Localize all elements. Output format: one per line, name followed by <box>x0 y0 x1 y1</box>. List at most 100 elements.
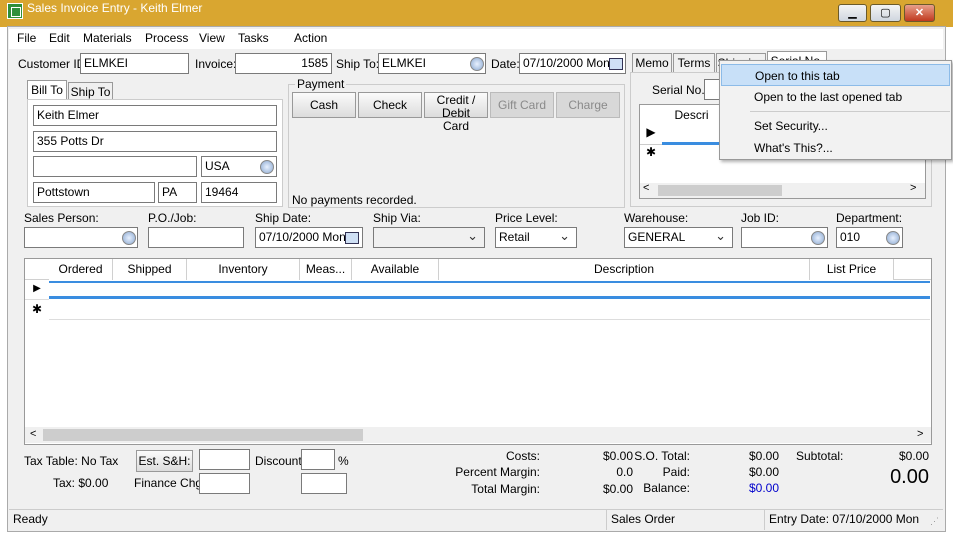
discount-label: Discount: <box>255 454 306 468</box>
finance-chg-field[interactable] <box>199 473 250 494</box>
check-button[interactable]: Check <box>358 92 422 118</box>
invoice-label: Invoice: <box>195 57 237 71</box>
balance-label: Balance: <box>643 481 690 495</box>
menu-materials[interactable]: Materials <box>83 31 132 45</box>
app-icon <box>7 3 23 19</box>
percent-margin-label: Percent Margin: <box>455 465 540 479</box>
discount-percent-field[interactable] <box>301 449 335 470</box>
resize-grip-icon[interactable]: ⋰ <box>930 516 939 527</box>
ship-via-select[interactable] <box>373 227 485 248</box>
context-menu: Open to this tab Open to the last opened… <box>719 60 952 160</box>
date-label: Date: <box>491 57 520 71</box>
sales-person-field[interactable] <box>24 227 138 248</box>
grid-row-pointer-icon: ▶ <box>25 280 49 300</box>
percent-margin-value: 0.0 <box>616 465 633 479</box>
balance-value: $0.00 <box>748 481 779 495</box>
tab-ship-to[interactable]: Ship To <box>68 82 113 99</box>
tab-bill-to[interactable]: Bill To <box>27 80 67 99</box>
payment-status: No payments recorded. <box>292 193 417 207</box>
status-entry-date: Entry Date: 07/10/2000 Mon <box>769 512 920 526</box>
ship-date-label: Ship Date: <box>255 211 312 225</box>
job-id-label: Job ID: <box>741 211 780 225</box>
job-id-lookup-icon[interactable] <box>811 231 825 245</box>
paid-value: $0.00 <box>748 465 779 479</box>
context-menu-open-tab[interactable]: Open to this tab <box>721 64 950 86</box>
invoice-field[interactable]: 1585 <box>235 53 332 74</box>
total-margin-value: $0.00 <box>602 482 633 496</box>
context-menu-divider <box>750 111 950 112</box>
minimize-button[interactable]: ▁ <box>838 4 867 22</box>
gift-card-button[interactable]: Gift Card <box>490 92 554 118</box>
cash-button[interactable]: Cash <box>292 92 356 118</box>
menu-action[interactable]: Action <box>294 31 327 45</box>
grid-new-row-icon: ✱ <box>31 302 43 316</box>
paid-label: Paid: <box>662 465 690 479</box>
bill-to-name[interactable]: Keith Elmer <box>33 105 277 126</box>
tab-terms[interactable]: Terms <box>673 53 715 72</box>
credit-debit-card-button[interactable]: Credit / Debit Card <box>424 92 488 133</box>
date-calendar-icon[interactable] <box>609 58 623 70</box>
col-shipped[interactable]: Shipped <box>113 259 187 280</box>
status-separator <box>606 510 607 530</box>
percent-sign: % <box>338 454 349 468</box>
warehouse-select[interactable]: GENERAL <box>624 227 733 248</box>
ship-date-calendar-icon[interactable] <box>345 232 359 244</box>
serial-grid-header: Descri <box>662 105 722 125</box>
maximize-button[interactable]: ▢ <box>870 4 901 22</box>
menu-edit[interactable]: Edit <box>49 31 70 45</box>
discount-amount-field[interactable] <box>301 473 347 494</box>
tax-label: Tax: $0.00 <box>53 476 109 490</box>
costs-value: $0.00 <box>602 449 633 463</box>
bill-to-line2[interactable] <box>33 156 197 177</box>
grid-new-row[interactable] <box>49 299 930 320</box>
serial-scroll-right-icon[interactable]: > <box>910 182 916 194</box>
tab-memo[interactable]: Memo <box>632 53 672 72</box>
finance-chg-label: Finance Chg: <box>134 476 206 490</box>
charge-button[interactable]: Charge <box>556 92 620 118</box>
est-sh-button[interactable]: Est. S&H: <box>136 450 193 472</box>
department-lookup-icon[interactable] <box>886 231 900 245</box>
sales-person-lookup-icon[interactable] <box>122 231 136 245</box>
bill-to-zip[interactable]: 19464 <box>201 182 277 203</box>
serial-no-label: Serial No. <box>652 83 705 97</box>
grid-scroll-left-icon[interactable]: < <box>30 428 36 440</box>
col-inventory[interactable]: Inventory <box>187 259 300 280</box>
subtotal-label: Subtotal: <box>796 449 844 463</box>
ship-to-lookup-icon[interactable] <box>470 57 484 71</box>
price-level-label: Price Level: <box>495 211 558 225</box>
grid-scroll-thumb[interactable] <box>43 429 363 441</box>
serial-scroll-left-icon[interactable]: < <box>643 182 649 194</box>
price-level-select[interactable]: Retail <box>495 227 577 248</box>
context-menu-open-last-tab[interactable]: Open to the last opened tab <box>721 86 950 108</box>
po-job-field[interactable] <box>148 227 244 248</box>
so-total-value: $0.00 <box>748 449 779 463</box>
menu-file[interactable]: File <box>17 31 36 45</box>
menu-view[interactable]: View <box>199 31 225 45</box>
col-list-price[interactable]: List Price <box>810 259 894 280</box>
menu-process[interactable]: Process <box>145 31 188 45</box>
country-lookup-icon[interactable] <box>260 160 274 174</box>
context-menu-whats-this[interactable]: What's This?... <box>721 137 950 159</box>
bill-to-state[interactable]: PA <box>158 182 197 203</box>
status-separator <box>764 510 765 530</box>
serial-row-pointer-icon: ▶ <box>640 125 662 145</box>
col-ordered[interactable]: Ordered <box>49 259 113 280</box>
context-menu-set-security[interactable]: Set Security... <box>721 115 950 137</box>
bill-to-city[interactable]: Pottstown <box>33 182 155 203</box>
status-mode: Sales Order <box>611 512 676 526</box>
col-available[interactable]: Available <box>352 259 439 280</box>
menu-tasks[interactable]: Tasks <box>238 31 269 45</box>
department-label: Department: <box>836 211 903 225</box>
est-sh-field[interactable] <box>199 449 250 470</box>
col-measure[interactable]: Meas... <box>300 259 352 280</box>
ship-via-label: Ship Via: <box>373 211 421 225</box>
serial-scroll-thumb[interactable] <box>658 185 782 196</box>
costs-label: Costs: <box>505 449 540 463</box>
grid-scroll-right-icon[interactable]: > <box>917 428 923 440</box>
close-button[interactable]: ✕ <box>904 4 935 22</box>
customer-id-label: Customer ID: <box>18 57 89 71</box>
col-description[interactable]: Description <box>439 259 810 280</box>
bill-to-line1[interactable]: 355 Potts Dr <box>33 131 277 152</box>
subtotal-value: $0.00 <box>898 449 929 463</box>
customer-id-field[interactable]: ELMKEI <box>80 53 189 74</box>
